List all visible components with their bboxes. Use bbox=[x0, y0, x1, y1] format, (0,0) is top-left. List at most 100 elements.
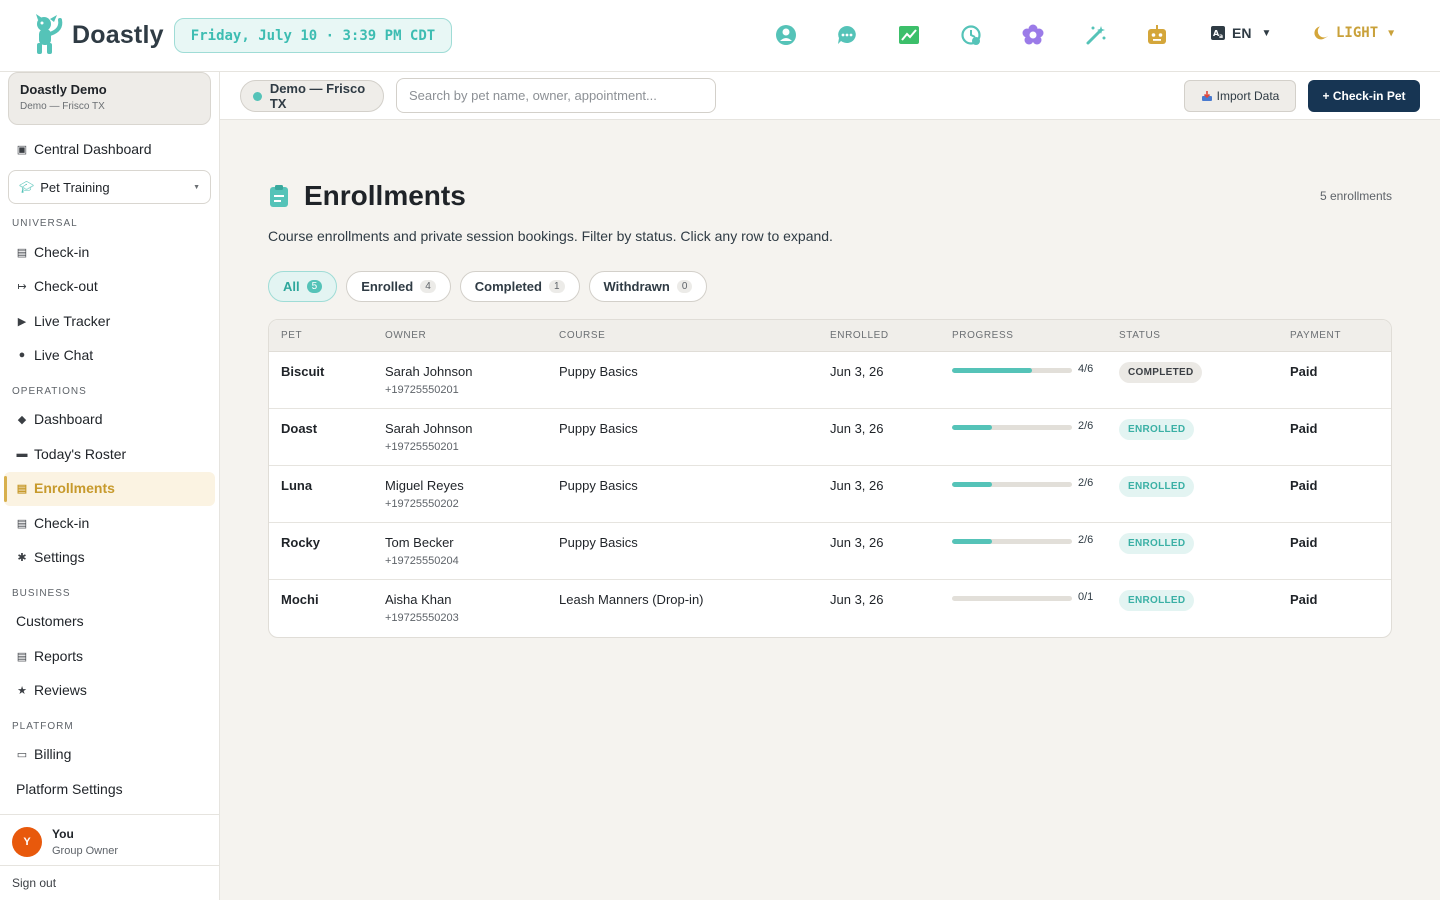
count-badge: 0 bbox=[676, 280, 693, 293]
payment-status: Paid bbox=[1290, 421, 1318, 436]
active-item-indicator bbox=[4, 476, 7, 502]
sidebar-item-billing[interactable]: ▭ Billing bbox=[16, 746, 72, 762]
theme-toggle[interactable]: LIGHT ▼ bbox=[1314, 25, 1394, 41]
sidebar-item-check-in-training[interactable]: ▤ Check-in bbox=[16, 515, 89, 531]
enrolled-date: Jun 3, 26 bbox=[830, 592, 884, 607]
sidebar-item-reviews[interactable]: ★ Reviews bbox=[16, 682, 87, 698]
count-badge: 1 bbox=[548, 280, 565, 293]
import-data-button[interactable]: Import Data bbox=[1184, 80, 1296, 112]
owner-name: Tom Becker bbox=[385, 535, 454, 550]
chevron-down-icon: ▼ bbox=[1388, 27, 1395, 39]
course-name: Puppy Basics bbox=[559, 421, 638, 436]
enrollments-table: PET OWNER COURSE ENROLLED PROGRESS STATU… bbox=[268, 319, 1392, 638]
sidebar-item-live-tracker[interactable]: ▶ Live Tracker bbox=[16, 313, 110, 329]
clipboard-icon bbox=[270, 185, 288, 207]
flower-icon[interactable] bbox=[1021, 23, 1045, 47]
sidebar-item-customers[interactable]: Customers bbox=[16, 613, 84, 629]
course-name: Puppy Basics bbox=[559, 478, 638, 493]
star-icon: ★ bbox=[17, 684, 27, 697]
pet-name: Luna bbox=[281, 478, 313, 493]
filter-completed[interactable]: Completed 1 bbox=[459, 271, 580, 302]
column-header-status[interactable]: STATUS bbox=[1119, 330, 1161, 341]
owner-phone: +19725550201 bbox=[385, 384, 459, 396]
column-header-course[interactable]: COURSE bbox=[559, 330, 605, 341]
owner-name: Miguel Reyes bbox=[385, 478, 464, 493]
org-location: Demo — Frisco TX bbox=[20, 101, 105, 112]
chevron-down-icon: ▼ bbox=[193, 183, 200, 191]
analytics-icon[interactable] bbox=[897, 23, 921, 47]
payment-status: Paid bbox=[1290, 592, 1318, 607]
sidebar-item-platform-settings[interactable]: Platform Settings bbox=[16, 781, 123, 797]
location-selector[interactable]: Demo — Frisco TX bbox=[240, 80, 384, 112]
check-in-pet-button[interactable]: + Check-in Pet bbox=[1308, 80, 1420, 112]
app-name: Doastly bbox=[72, 20, 164, 49]
status-badge: ENROLLED bbox=[1119, 590, 1195, 611]
status-badge: ENROLLED bbox=[1119, 419, 1195, 440]
module-selector[interactable]: 🎓︎ Pet Training ▼ bbox=[8, 170, 211, 204]
sidebar-item-todays-roster[interactable]: ▬ Today's Roster bbox=[16, 446, 127, 462]
app-logo[interactable]: Doastly bbox=[30, 14, 164, 56]
org-switcher[interactable]: Doastly Demo Demo — Frisco TX bbox=[8, 72, 211, 125]
owner-phone: +19725550201 bbox=[385, 441, 459, 453]
chat-bubble-icon: ● bbox=[18, 349, 26, 361]
magic-wand-icon[interactable] bbox=[1084, 23, 1108, 47]
user-profile[interactable]: Y You Group Owner bbox=[0, 814, 219, 866]
status-badge: ENROLLED bbox=[1119, 533, 1195, 554]
history-icon[interactable] bbox=[959, 23, 983, 47]
sidebar-item-check-out[interactable]: ↦ Check-out bbox=[16, 278, 97, 294]
column-header-pet[interactable]: PET bbox=[281, 330, 302, 341]
language-label: EN bbox=[1232, 25, 1252, 41]
robot-icon[interactable] bbox=[1145, 23, 1169, 47]
payment-status: Paid bbox=[1290, 535, 1318, 550]
progress-label: 4/6 bbox=[1078, 363, 1094, 375]
sub-header: Demo — Frisco TX Import Data + Check-in … bbox=[220, 72, 1440, 120]
progress-label: 0/1 bbox=[1078, 591, 1094, 603]
sign-out-link[interactable]: Sign out bbox=[0, 865, 219, 900]
avatar: Y bbox=[12, 827, 42, 857]
enrolled-date: Jun 3, 26 bbox=[830, 364, 884, 379]
progress-label: 2/6 bbox=[1078, 534, 1094, 546]
payment-status: Paid bbox=[1290, 478, 1318, 493]
filter-enrolled[interactable]: Enrolled 4 bbox=[346, 271, 451, 302]
course-name: Leash Manners (Drop-in) bbox=[559, 592, 704, 607]
enrolled-date: Jun 3, 26 bbox=[830, 421, 884, 436]
progress-bar bbox=[952, 596, 1072, 601]
owner-phone: +19725550203 bbox=[385, 612, 459, 624]
column-header-enrolled[interactable]: ENROLLED bbox=[830, 330, 889, 341]
language-selector[interactable]: Aa EN ▼ bbox=[1210, 25, 1271, 41]
progress-bar bbox=[952, 539, 1072, 544]
table-row[interactable]: Mochi Aisha Khan +19725550203 Leash Manners… bbox=[269, 580, 1391, 637]
table-row[interactable]: Luna Miguel Reyes +19725550202 Puppy Basics… bbox=[269, 466, 1391, 523]
sidebar-item-reports[interactable]: ▤ Reports bbox=[16, 648, 83, 664]
enrolled-date: Jun 3, 26 bbox=[830, 535, 884, 550]
column-header-progress[interactable]: PROGRESS bbox=[952, 330, 1013, 341]
column-header-owner[interactable]: OWNER bbox=[385, 330, 426, 341]
user-name: You bbox=[52, 827, 74, 841]
table-row[interactable]: Doast Sarah Johnson +19725550201 Puppy Basi… bbox=[269, 409, 1391, 466]
filter-withdrawn[interactable]: Withdrawn 0 bbox=[588, 271, 708, 302]
progress-bar-fill bbox=[952, 368, 1033, 373]
table-row[interactable]: Biscuit Sarah Johnson +19725550201 Puppy Ba… bbox=[269, 352, 1391, 409]
graduation-cap-icon: ◆ bbox=[17, 413, 27, 426]
credit-card-icon: ▭ bbox=[16, 748, 28, 761]
sidebar-item-settings[interactable]: ✱ Settings bbox=[16, 549, 84, 565]
search-input[interactable] bbox=[396, 78, 716, 113]
pet-name: Doast bbox=[281, 421, 318, 436]
sidebar-item-enrollments[interactable]: ▤ Enrollments bbox=[16, 480, 115, 496]
sidebar-item-check-in[interactable]: ▤ Check-in bbox=[16, 244, 89, 260]
status-filters: All 5 Enrolled 4 Completed 1 Withdrawn 0 bbox=[268, 271, 708, 302]
module-label: Pet Training bbox=[40, 179, 110, 195]
support-icon[interactable] bbox=[774, 23, 798, 47]
datetime-display: Friday, July 10 · 3:39 PM CDT bbox=[174, 18, 452, 53]
sidebar-item-central-dashboard[interactable]: ▣ Central Dashboard bbox=[16, 141, 152, 157]
sidebar-item-live-chat[interactable]: ● Live Chat bbox=[16, 347, 93, 363]
table-row[interactable]: Rocky Tom Becker +19725550204 Puppy Basics J… bbox=[269, 523, 1391, 580]
video-icon: ▶ bbox=[17, 315, 27, 328]
column-header-payment[interactable]: PAYMENT bbox=[1290, 330, 1341, 341]
progress-bar bbox=[952, 368, 1072, 373]
filter-all[interactable]: All 5 bbox=[268, 271, 338, 302]
section-label-operations: OPERATIONS bbox=[12, 386, 87, 397]
dashboard-icon: ▣ bbox=[16, 143, 28, 156]
chat-icon[interactable] bbox=[835, 23, 859, 47]
sidebar-item-dashboard[interactable]: ◆ Dashboard bbox=[16, 411, 103, 427]
